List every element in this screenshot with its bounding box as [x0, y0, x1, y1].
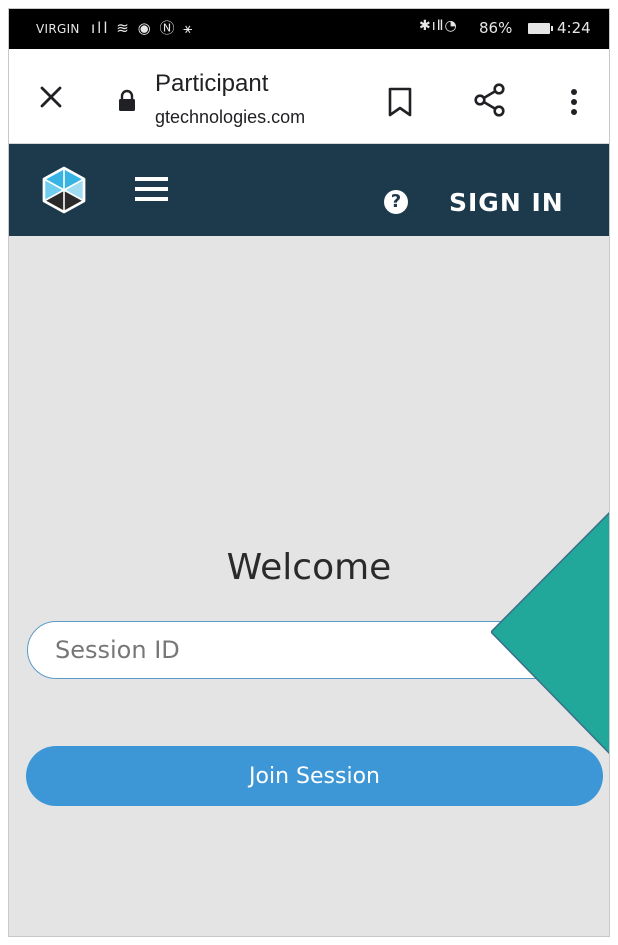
carrier-name: VIRGIN [36, 22, 80, 36]
sign-in-button[interactable]: SIGN IN [449, 188, 564, 217]
battery-percentage: 86% [479, 19, 513, 37]
browser-toolbar: Participant gtechnologies.com [9, 49, 609, 144]
page-url[interactable]: gtechnologies.com [155, 107, 355, 128]
status-bar: VIRGIN ıll ≋ ◉ Ⓝ ⚹ ✱ıⅡ◔ 86% 4:24 [9, 9, 609, 49]
logo-cube-icon[interactable] [39, 165, 89, 215]
lock-icon [119, 89, 135, 111]
help-icon[interactable]: ? [384, 190, 408, 214]
signal-wifi-icons: ıll ≋ ◉ Ⓝ ⚹ [91, 19, 195, 37]
bluetooth-vibrate-icons: ✱ıⅡ◔ [419, 18, 458, 34]
page-title: Participant [155, 70, 269, 97]
battery-icon [528, 23, 553, 34]
clock: 4:24 [557, 19, 591, 37]
callout-arrow [491, 511, 609, 754]
phone-screen: VIRGIN ıll ≋ ◉ Ⓝ ⚹ ✱ıⅡ◔ 86% 4:24 Partici… [8, 8, 610, 937]
close-icon[interactable] [35, 81, 67, 113]
bookmark-icon[interactable] [387, 87, 413, 117]
share-icon[interactable] [473, 83, 507, 117]
hamburger-menu-icon[interactable] [135, 174, 168, 204]
app-header: ? SIGN IN [9, 144, 609, 236]
more-vert-icon[interactable] [564, 87, 584, 117]
